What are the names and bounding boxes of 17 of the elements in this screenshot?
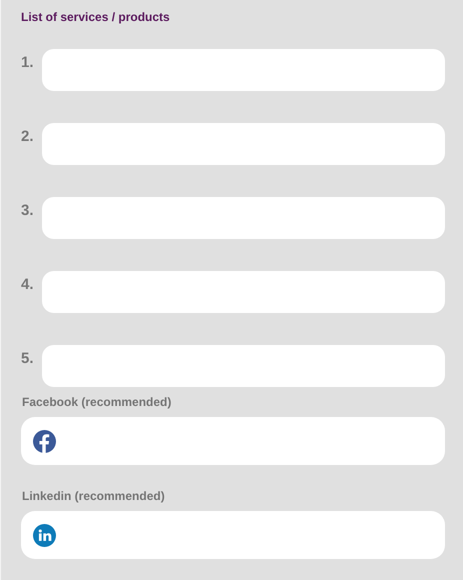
section-title: List of services / products	[21, 10, 171, 25]
item-number: 1.	[21, 54, 35, 71]
input-field[interactable]	[21, 417, 445, 465]
field-label: Linkedin (recommended)	[22, 489, 166, 503]
input-field[interactable]	[42, 123, 445, 165]
item-number: 4.	[21, 276, 35, 293]
field-label: Facebook (recommended)	[22, 395, 172, 409]
input-field[interactable]	[42, 271, 445, 313]
facebook-icon	[33, 430, 56, 452]
input-field[interactable]	[21, 511, 445, 559]
item-number: 2.	[21, 128, 35, 145]
input-field[interactable]	[42, 49, 445, 91]
input-field[interactable]	[42, 197, 445, 239]
input-field[interactable]	[42, 345, 445, 387]
item-number: 5.	[21, 350, 35, 367]
linkedin-icon	[33, 524, 56, 546]
item-number: 3.	[21, 202, 35, 219]
